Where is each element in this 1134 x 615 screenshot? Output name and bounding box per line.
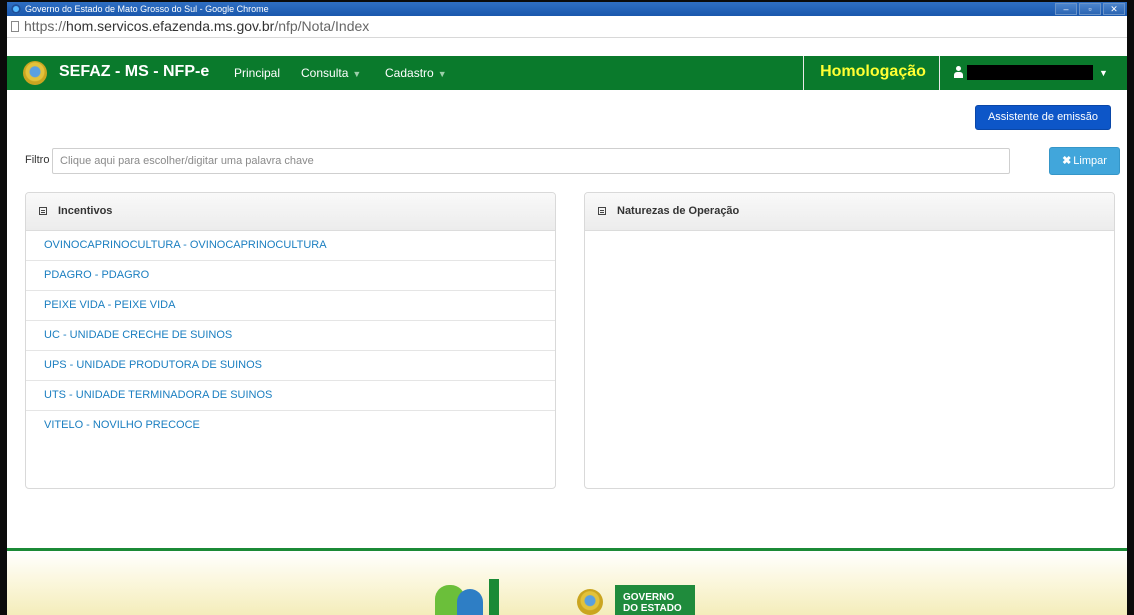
- window-controls: – ▫ ✕: [1055, 3, 1125, 15]
- nav-item-consulta[interactable]: Consulta ▼: [301, 56, 361, 91]
- navbar-divider: [803, 56, 804, 90]
- governo-logo: GOVERNO DO ESTADO: [577, 585, 695, 615]
- list-item[interactable]: PEIXE VIDA - PEIXE VIDA: [26, 291, 555, 321]
- user-menu-chevron-icon[interactable]: ▼: [1099, 56, 1108, 90]
- top-navbar: SEFAZ - MS - NFP-e Principal Consulta ▼ C…: [7, 56, 1127, 90]
- user-icon: [953, 66, 963, 78]
- address-bar[interactable]: https://hom.servicos.efazenda.ms.gov.br/…: [7, 16, 1127, 38]
- naturezas-panel: Naturezas de Operação: [584, 192, 1115, 489]
- list-icon: [39, 207, 47, 215]
- list-item[interactable]: UPS - UNIDADE PRODUTORA DE SUINOS: [26, 351, 555, 381]
- chevron-down-icon: ▼: [437, 69, 447, 79]
- maximize-button[interactable]: ▫: [1079, 3, 1101, 15]
- list-item[interactable]: UTS - UNIDADE TERMINADORA DE SUINOS: [26, 381, 555, 411]
- brand-title[interactable]: SEFAZ - MS - NFP-e: [59, 56, 209, 88]
- assistente-emissao-button[interactable]: Assistente de emissão: [975, 105, 1111, 130]
- governo-label: GOVERNO DO ESTADO: [615, 585, 695, 615]
- list-item[interactable]: OVINOCAPRINOCULTURA - OVINOCAPRINOCULTUR…: [26, 231, 555, 261]
- state-seal-logo-icon[interactable]: [23, 61, 47, 85]
- navbar-divider: [939, 56, 940, 90]
- page-footer: GOVERNO DO ESTADO: [7, 548, 1127, 615]
- naturezas-panel-header: Naturezas de Operação: [585, 193, 1114, 231]
- list-item[interactable]: UC - UNIDADE CRECHE DE SUINOS: [26, 321, 555, 351]
- browser-title-bar: Governo do Estado de Mato Grosso do Sul …: [7, 2, 1127, 16]
- close-button[interactable]: ✕: [1103, 3, 1125, 15]
- filter-keyword-input[interactable]: [52, 148, 1010, 174]
- nav-item-cadastro[interactable]: Cadastro ▼: [385, 56, 447, 91]
- close-icon: ✖: [1062, 155, 1072, 167]
- filter-label: Filtro: [25, 154, 50, 166]
- incentivos-list: OVINOCAPRINOCULTURA - OVINOCAPRINOCULTUR…: [26, 231, 555, 440]
- chrome-icon: [11, 4, 21, 14]
- list-item[interactable]: VITELO - NOVILHO PRECOCE: [26, 411, 555, 440]
- clear-filter-button[interactable]: ✖ Limpar: [1049, 147, 1120, 175]
- url-text[interactable]: https://hom.servicos.efazenda.ms.gov.br/…: [24, 16, 369, 37]
- incentivos-panel-header: Incentivos: [26, 193, 555, 231]
- minimize-button[interactable]: –: [1055, 3, 1077, 15]
- scrollbar-track: [1127, 16, 1134, 615]
- page-icon: [11, 21, 19, 32]
- chevron-down-icon: ▼: [352, 69, 362, 79]
- nav-item-principal[interactable]: Principal: [234, 56, 280, 90]
- incentivos-panel: Incentivos OVINOCAPRINOCULTURA - OVINOCA…: [25, 192, 556, 489]
- user-name-redacted[interactable]: [967, 65, 1093, 80]
- page-content: SEFAZ - MS - NFP-e Principal Consulta ▼ C…: [7, 38, 1127, 615]
- list-icon: [598, 207, 606, 215]
- list-item[interactable]: PDAGRO - PDAGRO: [26, 261, 555, 291]
- naturezas-panel-title: Naturezas de Operação: [617, 205, 740, 217]
- state-seal-icon: [577, 589, 603, 615]
- environment-label: Homologação: [820, 63, 926, 80]
- sgi-logo: [435, 579, 511, 615]
- incentivos-panel-title: Incentivos: [58, 205, 113, 217]
- window-title: Governo do Estado de Mato Grosso do Sul …: [25, 4, 269, 14]
